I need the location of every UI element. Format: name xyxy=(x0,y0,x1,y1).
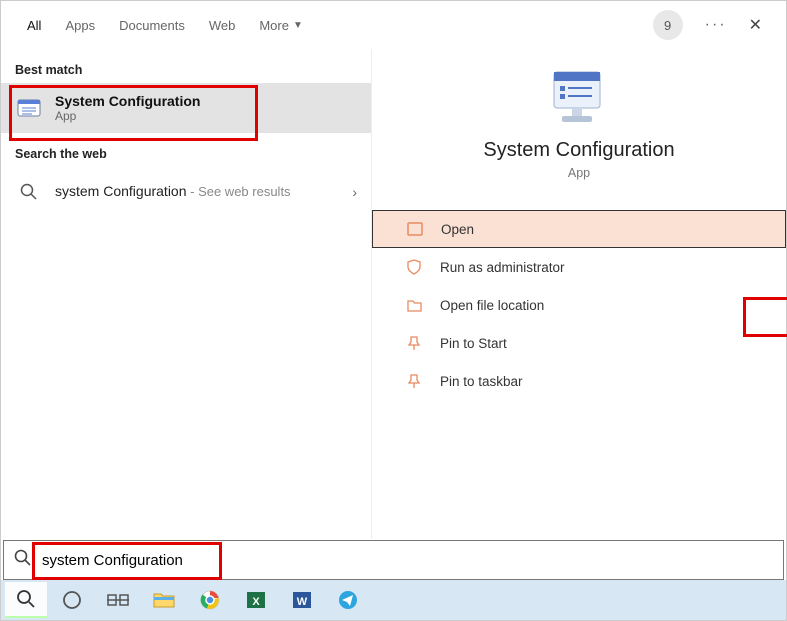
taskbar-taskview-button[interactable] xyxy=(97,582,139,618)
action-label: Open file location xyxy=(440,298,544,313)
web-result-query: system Configuration xyxy=(55,183,187,199)
msconfig-icon xyxy=(15,94,43,122)
best-match-heading: Best match xyxy=(1,49,371,83)
taskbar-explorer-icon[interactable] xyxy=(143,582,185,618)
search-icon xyxy=(14,549,32,572)
tab-all[interactable]: All xyxy=(15,1,53,49)
pin-icon xyxy=(404,374,424,389)
open-icon xyxy=(405,222,425,236)
search-results-split: Best match System Configuration App Sear… xyxy=(1,49,786,539)
action-pin-start[interactable]: Pin to Start xyxy=(372,324,786,362)
web-result-suffix: - See web results xyxy=(187,184,291,199)
action-open-location[interactable]: Open file location xyxy=(372,286,786,324)
search-input[interactable] xyxy=(42,552,773,569)
more-options-icon[interactable]: ··· xyxy=(697,16,735,34)
search-web-heading: Search the web xyxy=(1,133,371,167)
chevron-right-icon: › xyxy=(352,184,357,200)
action-pin-taskbar[interactable]: Pin to taskbar xyxy=(372,362,786,400)
action-label: Pin to taskbar xyxy=(440,374,523,389)
taskbar-word-icon[interactable]: W xyxy=(281,582,323,618)
pin-icon xyxy=(404,336,424,351)
best-match-subtitle: App xyxy=(55,109,200,123)
best-match-title: System Configuration xyxy=(55,93,200,109)
taskbar: X W xyxy=(1,580,786,620)
shield-icon xyxy=(404,259,424,275)
rewards-badge[interactable]: 9 xyxy=(653,10,683,40)
detail-subtitle: App xyxy=(372,166,786,180)
detail-title: System Configuration xyxy=(372,139,786,162)
dropdown-arrow-icon: ▼ xyxy=(293,20,303,31)
tab-documents[interactable]: Documents xyxy=(107,1,197,49)
action-run-admin[interactable]: Run as administrator xyxy=(372,248,786,286)
taskbar-telegram-icon[interactable] xyxy=(327,582,369,618)
folder-icon xyxy=(404,299,424,312)
search-tabs-row: All Apps Documents Web More▼ 9 ··· ✕ xyxy=(1,1,786,49)
action-label: Open xyxy=(441,222,474,237)
taskbar-excel-icon[interactable]: X xyxy=(235,582,277,618)
tab-apps[interactable]: Apps xyxy=(53,1,107,49)
svg-text:W: W xyxy=(297,596,308,608)
web-result-row[interactable]: system Configuration - See web results › xyxy=(1,167,371,217)
taskbar-chrome-icon[interactable] xyxy=(189,582,231,618)
taskbar-cortana-button[interactable] xyxy=(51,582,93,618)
search-bar[interactable] xyxy=(3,540,784,580)
tab-web[interactable]: Web xyxy=(197,1,248,49)
svg-text:X: X xyxy=(252,596,260,608)
action-label: Pin to Start xyxy=(440,336,507,351)
tab-more[interactable]: More▼ xyxy=(247,1,315,49)
action-label: Run as administrator xyxy=(440,260,565,275)
detail-app-icon xyxy=(544,67,614,127)
action-open[interactable]: Open xyxy=(372,210,786,248)
best-match-result[interactable]: System Configuration App xyxy=(1,83,371,133)
close-icon[interactable]: ✕ xyxy=(735,15,772,35)
search-icon xyxy=(15,178,43,206)
results-left-column: Best match System Configuration App Sear… xyxy=(1,49,371,539)
taskbar-search-button[interactable] xyxy=(5,582,47,618)
detail-pane: System Configuration App Open Run as adm… xyxy=(371,49,786,539)
